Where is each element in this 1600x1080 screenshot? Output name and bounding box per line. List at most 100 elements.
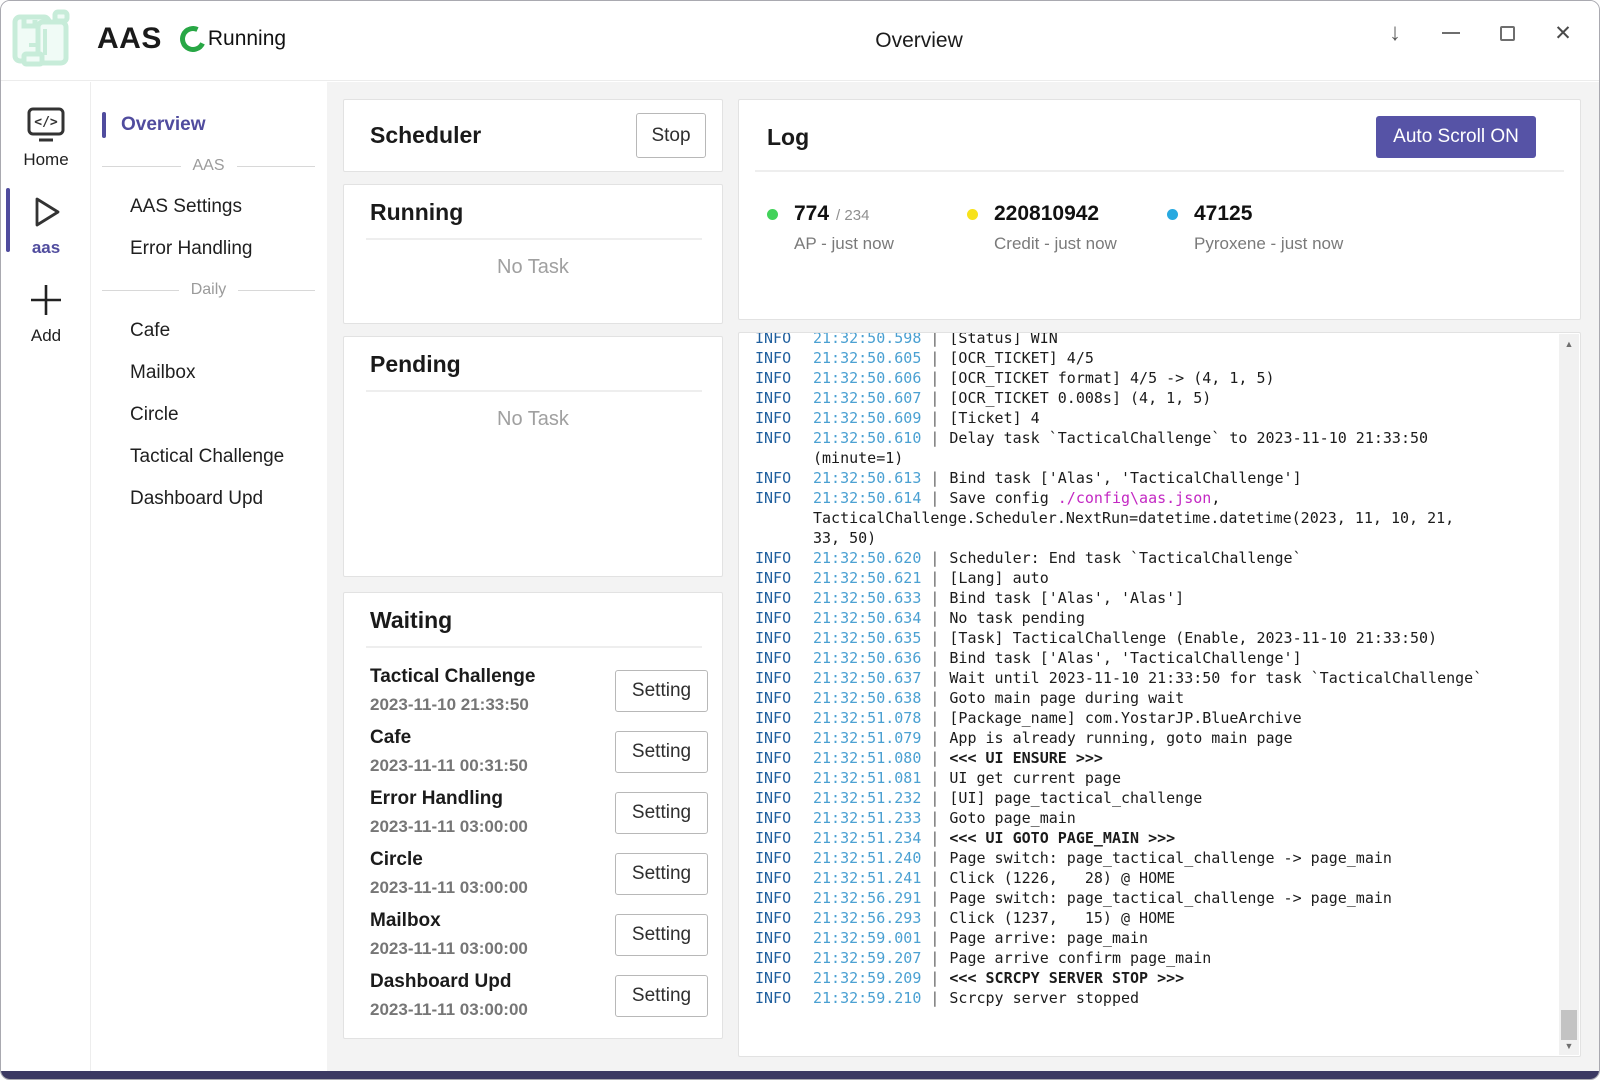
app-window: AAS Running Overview ↓ ✕ </> Home a <box>0 0 1600 1080</box>
task-name: Cafe <box>370 727 528 749</box>
divider-line <box>238 290 315 291</box>
app-name: AAS <box>97 22 162 56</box>
task-setting-button[interactable]: Setting <box>615 914 708 956</box>
download-icon[interactable]: ↓ <box>1383 21 1407 45</box>
divider-line <box>237 166 316 167</box>
log-panel[interactable]: INFO21:32:50.598|[Status] WININFO21:32:5… <box>738 332 1581 1057</box>
sidebar-item[interactable]: Circle <box>92 394 327 436</box>
log-line: INFO21:32:59.210|Scrcpy server stopped <box>755 988 1550 1008</box>
sidebar-item[interactable]: Mailbox <box>92 352 327 394</box>
minimize-button[interactable] <box>1439 21 1463 45</box>
task-info: Mailbox 2023-11-11 03:00:00 <box>370 910 528 959</box>
scrollbar-thumb[interactable] <box>1561 1010 1577 1040</box>
log-line: INFO21:32:51.233|Goto page_main <box>755 808 1550 828</box>
waiting-task-row: Circle 2023-11-11 03:00:00 Setting <box>344 843 722 904</box>
active-indicator <box>6 188 10 252</box>
page-title: Overview <box>875 1 963 81</box>
rail-item-aas[interactable]: aas <box>1 182 91 270</box>
sidebar-item-label: Overview <box>121 114 206 136</box>
window-controls: ↓ ✕ <box>1383 1 1575 65</box>
sidebar-section-label: Daily <box>191 281 227 299</box>
window-bottom-bar <box>1 1071 1599 1079</box>
sidebar-section-label: AAS <box>193 157 225 175</box>
stat-label: Credit - just now <box>994 234 1117 254</box>
divider <box>366 238 702 240</box>
stat-dot-icon <box>1167 209 1178 220</box>
log-line: INFO21:32:50.614|Save config ./config\aa… <box>755 488 1550 548</box>
sidebar-item[interactable]: Error Handling <box>92 228 327 270</box>
nav-rail: </> Home aas Add <box>1 82 91 1071</box>
divider-line <box>102 166 181 167</box>
task-next-run: 2023-11-11 03:00:00 <box>370 817 528 837</box>
log-line: INFO21:32:51.232|[UI] page_tactical_chal… <box>755 788 1550 808</box>
log-line: INFO21:32:56.293|Click (1237, 15) @ HOME <box>755 908 1550 928</box>
sidebar-item[interactable]: Tactical Challenge <box>92 436 327 478</box>
pending-card: Pending No Task <box>343 336 723 577</box>
home-icon: </> <box>26 106 66 144</box>
stat-value: 47125 <box>1194 202 1252 226</box>
task-next-run: 2023-11-10 21:33:50 <box>370 695 535 715</box>
sidebar-item[interactable]: Cafe <box>92 310 327 352</box>
log-line: INFO21:32:50.605|[OCR_TICKET] 4/5 <box>755 348 1550 368</box>
task-setting-button[interactable]: Setting <box>615 731 708 773</box>
log-line: INFO21:32:51.080|<<< UI ENSURE >>> <box>755 748 1550 768</box>
log-line: INFO21:32:50.633|Bind task ['Alas', 'Ala… <box>755 588 1550 608</box>
log-line: INFO21:32:50.634|No task pending <box>755 608 1550 628</box>
maximize-button[interactable] <box>1495 21 1519 45</box>
sidebar-item[interactable]: AAS Settings <box>92 186 327 228</box>
log-scrollbar[interactable]: ▲ ▼ <box>1559 334 1579 1055</box>
stat-label: AP - just now <box>794 234 894 254</box>
stat-dot-icon <box>967 209 978 220</box>
scroll-down-icon[interactable]: ▼ <box>1559 1038 1579 1053</box>
log-line: INFO21:32:56.291|Page switch: page_tacti… <box>755 888 1550 908</box>
brand: AAS Running <box>11 9 286 69</box>
task-name: Tactical Challenge <box>370 666 535 688</box>
divider <box>366 390 702 392</box>
waiting-task-row: Mailbox 2023-11-11 03:00:00 Setting <box>344 904 722 965</box>
log-line: INFO21:32:50.607|[OCR_TICKET 0.008s] (4,… <box>755 388 1550 408</box>
pending-empty-text: No Task <box>344 408 722 431</box>
rail-item-label: Home <box>23 150 68 170</box>
task-next-run: 2023-11-11 03:00:00 <box>370 939 528 959</box>
sidebar-item-label: Cafe <box>130 320 170 342</box>
auto-scroll-button[interactable]: Auto Scroll ON <box>1376 116 1536 158</box>
close-button[interactable]: ✕ <box>1551 21 1575 45</box>
sidebar-section-divider: Daily <box>92 270 327 310</box>
task-info: Circle 2023-11-11 03:00:00 <box>370 849 528 898</box>
log-line: INFO21:32:50.620|Scheduler: End task `Ta… <box>755 548 1550 568</box>
stat-value: 220810942 <box>994 202 1099 226</box>
log-line: INFO21:32:51.240|Page switch: page_tacti… <box>755 848 1550 868</box>
sidebar-item-label: Tactical Challenge <box>130 446 284 468</box>
log-line: INFO21:32:51.241|Click (1226, 28) @ HOME <box>755 868 1550 888</box>
task-setting-button[interactable]: Setting <box>615 792 708 834</box>
stop-button[interactable]: Stop <box>636 113 706 158</box>
task-setting-button[interactable]: Setting <box>615 975 708 1017</box>
task-name: Dashboard Upd <box>370 971 528 993</box>
sidebar-item[interactable]: Overview <box>92 104 327 146</box>
task-setting-button[interactable]: Setting <box>615 670 708 712</box>
rail-item-home[interactable]: </> Home <box>1 96 91 182</box>
task-name: Mailbox <box>370 910 528 932</box>
divider-line <box>102 290 179 291</box>
stat-dot-icon <box>767 209 778 220</box>
running-spinner-icon <box>176 22 209 55</box>
task-setting-button[interactable]: Setting <box>615 853 708 895</box>
sidebar-section-divider: AAS <box>92 146 327 186</box>
scroll-up-icon[interactable]: ▲ <box>1559 336 1579 351</box>
log-line: INFO21:32:50.635|[Task] TacticalChalleng… <box>755 628 1550 648</box>
task-name: Error Handling <box>370 788 528 810</box>
log-line: INFO21:32:50.621|[Lang] auto <box>755 568 1550 588</box>
log-lines: INFO21:32:50.598|[Status] WININFO21:32:5… <box>739 333 1580 1008</box>
sidebar-item[interactable]: Dashboard Upd <box>92 478 327 520</box>
scheduler-title: Scheduler <box>370 122 481 149</box>
stat-block: 47125 Pyroxene - just now <box>1167 202 1367 254</box>
task-info: Cafe 2023-11-11 00:31:50 <box>370 727 528 776</box>
sidebar-item-label: Dashboard Upd <box>130 488 263 510</box>
log-line: INFO21:32:50.613|Bind task ['Alas', 'Tac… <box>755 468 1550 488</box>
task-next-run: 2023-11-11 03:00:00 <box>370 878 528 898</box>
task-next-run: 2023-11-11 03:00:00 <box>370 1000 528 1020</box>
minimize-icon <box>1442 32 1460 34</box>
rail-item-add[interactable]: Add <box>1 270 91 358</box>
running-card: Running No Task <box>343 184 723 324</box>
sidebar-item-label: Circle <box>130 404 179 426</box>
